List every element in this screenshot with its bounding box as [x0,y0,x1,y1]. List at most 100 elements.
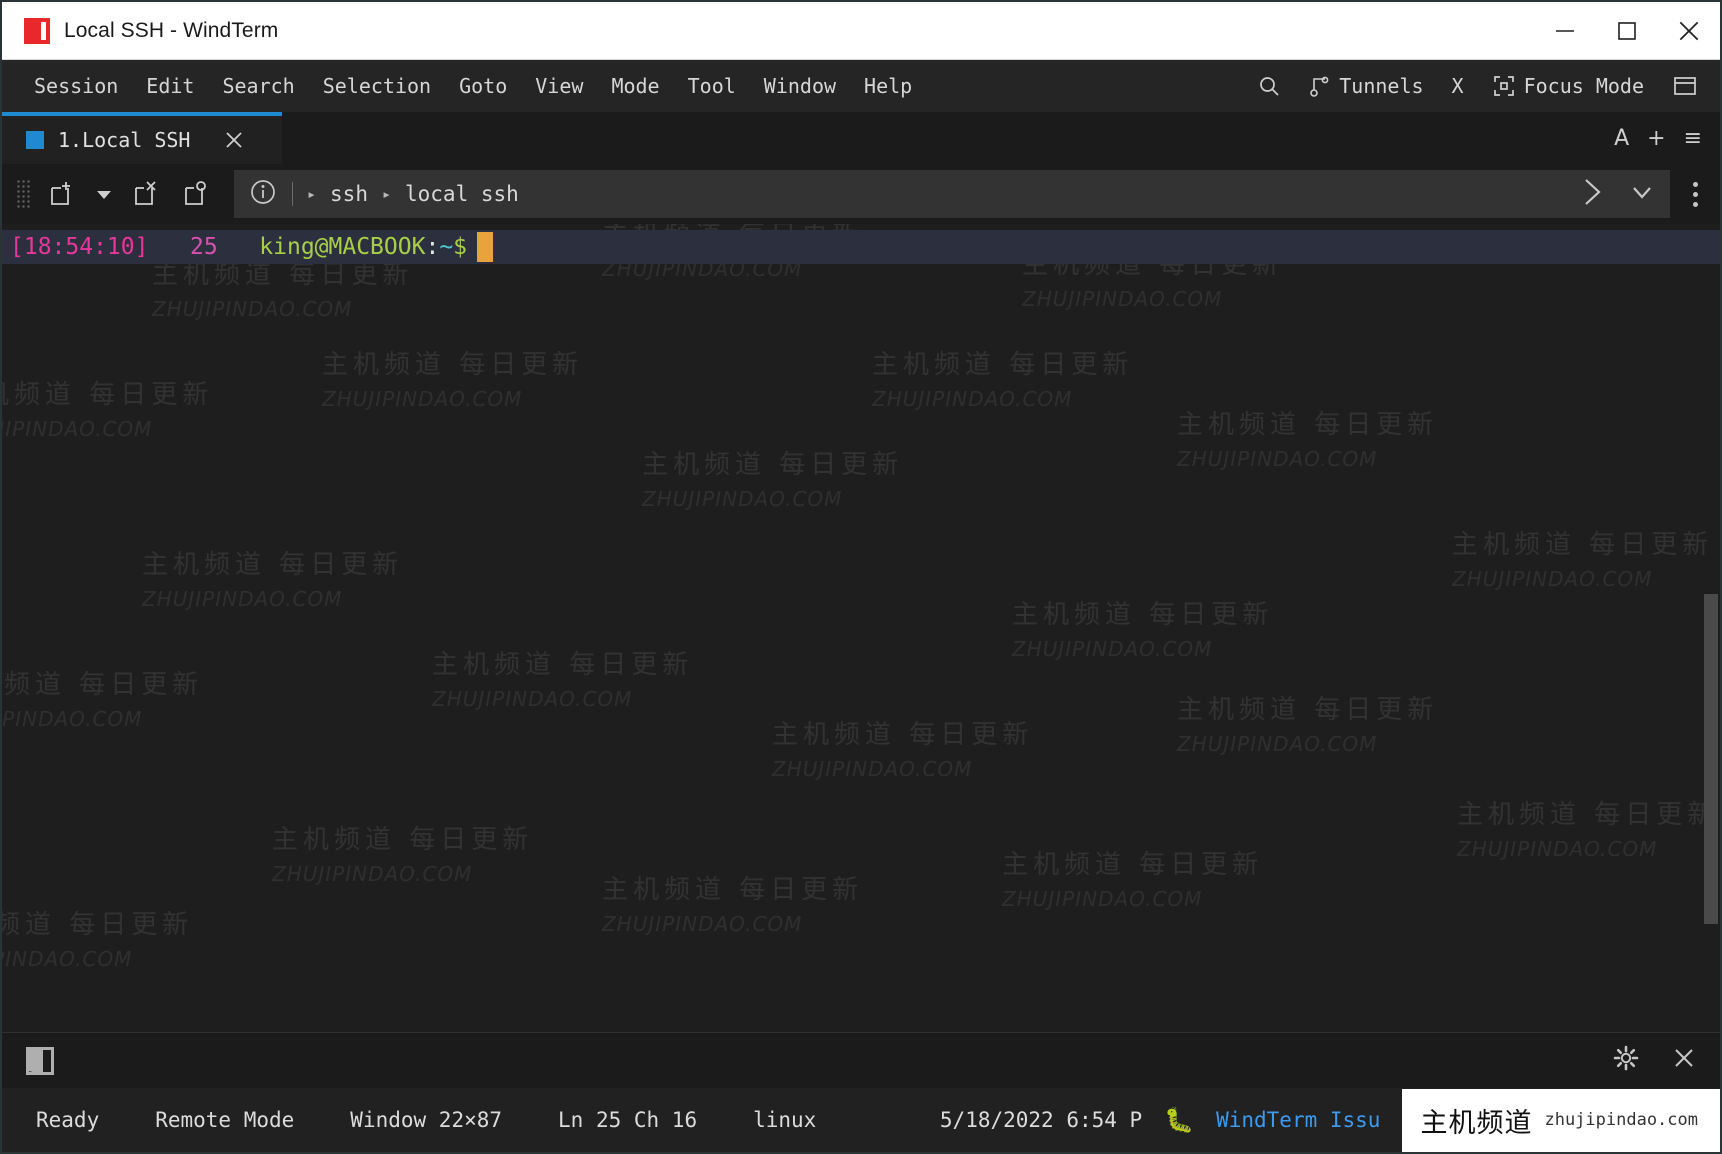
search-icon [1257,74,1281,98]
search-button[interactable] [1245,70,1293,102]
terminal-watermark-domain: ZHUJIPINDAO.COM [2,417,153,441]
terminal-watermark-chinese: 主机频道 每日更新 [1457,800,1719,830]
terminal-watermark: 主机频道 每日更新ZHUJIPINDAO.COM [1452,524,1713,591]
more-options-icon[interactable] [1676,170,1714,218]
focus-mode-button[interactable]: Focus Mode [1480,70,1656,102]
terminal-watermark-chinese: 主机频道 每日更新 [1177,410,1439,440]
info-icon[interactable] [248,177,278,212]
minimize-button[interactable] [1534,2,1596,59]
maximize-button[interactable] [1596,2,1658,59]
tab-bar: 1.Local SSH A + ≡ [2,112,1720,164]
command-bar-right [1576,175,1656,214]
drag-grip-icon[interactable] [16,179,30,209]
terminal-scrollbar[interactable] [1704,594,1718,924]
status-bar: Ready Remote Mode Window 22×87 Ln 25 Ch … [2,1088,1720,1152]
terminal-prompt-line: [18:54:10] 25 king@MACBOOK : ~ $ [2,230,1720,264]
breadcrumb-item-local-ssh[interactable]: local ssh [405,182,519,206]
terminal-area[interactable]: 主机频道 每日更新 ZHUJIPINDAO.COM 主机频道 每日更新 ZHUJIPI… [2,224,1720,1032]
terminal-watermark-domain: ZHUJIPINDAO.COM [1452,567,1653,591]
terminal-watermark-domain: ZHUJIPINDAO.COM [1002,887,1203,911]
status-cursor-position[interactable]: Ln 25 Ch 16 [558,1108,727,1132]
terminal-watermark-domain: ZHUJIPINDAO.COM [1022,287,1223,311]
send-chevron-icon[interactable] [1576,175,1606,214]
terminal-watermark-chinese: 主机频道 每日更新 [642,450,904,480]
terminal-watermark-domain: ZHUJIPINDAO.COM [322,387,523,411]
terminal-watermark-chinese: 主机频道 每日更新 [2,670,204,700]
prompt-path: ~ [439,234,454,260]
terminal-watermark-chinese: 主机频道 每日更新 [602,875,864,905]
menu-item-tool[interactable]: Tool [674,70,750,102]
menu-bar-right: Tunnels X Focus Mode [1245,70,1720,102]
terminal-watermark: 主机频道 每日更新 ZHUJIPINDAO.COM [322,344,583,411]
terminal-watermark: 主机频道 每日更新 ZHUJIPINDAO.COM [2,374,213,441]
terminal-watermark-chinese: 主机频道 每日更新 [872,350,1134,380]
prompt-timestamp: [18:54:10] [10,234,149,260]
close-panel-icon[interactable] [1670,1044,1698,1077]
terminal-watermark-domain: ZHUJIPINDAO.COM [2,947,133,971]
menu-item-search[interactable]: Search [208,70,308,102]
menu-item-view[interactable]: View [521,70,597,102]
terminal-watermark: 主机频道 每日更新ZHUJIPINDAO.COM [272,819,533,886]
terminal-watermark: 主机频道 每日更新ZHUJIPINDAO.COM [432,644,693,711]
gear-icon[interactable] [1612,1044,1640,1077]
new-session-dropdown-icon[interactable] [90,172,118,216]
terminal-watermark: 主机频道 每日更新ZHUJIPINDAO.COM [2,904,193,971]
terminal-watermark-chinese: 主机频道 每日更新 [772,720,1034,750]
tunnels-label: Tunnels [1339,74,1424,98]
terminal-watermark: 主机频道 每日更新 ZHUJIPINDAO.COM [1177,404,1438,471]
status-ready[interactable]: Ready [36,1108,129,1132]
menu-item-edit[interactable]: Edit [132,70,208,102]
breadcrumb-separator: ▸ [381,185,391,203]
terminal-watermark: 主机频道 每日更新ZHUJIPINDAO.COM [152,254,413,321]
command-breadcrumb-bar[interactable]: ▸ ssh ▸ local ssh [234,170,1670,218]
menu-item-session[interactable]: Session [20,70,132,102]
window-controls [1534,2,1720,59]
session-toolbar: ▸ ssh ▸ local ssh [2,164,1720,224]
menu-item-goto[interactable]: Goto [445,70,521,102]
terminal-watermark: 主机频道 每日更新ZHUJIPINDAO.COM [142,544,403,611]
reconnect-session-icon[interactable] [174,172,218,216]
menu-item-selection[interactable]: Selection [309,70,445,102]
tab-local-ssh[interactable]: 1.Local SSH [2,112,282,164]
tab-status-icon [26,131,44,149]
tunnels-button[interactable]: Tunnels [1297,70,1435,102]
terminal-watermark-chinese: 主机频道 每日更新 [1012,600,1274,630]
terminal-watermark-chinese: 主机频道 每日更新 [2,380,214,410]
menu-item-help[interactable]: Help [850,70,926,102]
terminal-watermark-domain: ZHUJIPINDAO.COM [1177,447,1378,471]
terminal-watermark: 主机频道 每日更新ZHUJIPINDAO.COM [772,714,1033,781]
terminal-watermark-chinese: 主机频道 每日更新 [1002,850,1264,880]
tab-label: 1.Local SSH [58,128,191,152]
status-window-size[interactable]: Window 22×87 [350,1108,532,1132]
terminal-watermark-chinese: 主机频道 每日更新 [432,650,694,680]
new-tab-button[interactable]: + [1647,126,1665,151]
windterm-panel-logo-icon[interactable] [26,1046,54,1075]
menu-item-window[interactable]: Window [750,70,850,102]
close-session-icon[interactable] [124,172,168,216]
layout-panel-button[interactable] [1660,70,1710,102]
terminal-watermark-domain: ZHUJIPINDAO.COM [1012,637,1213,661]
status-mode[interactable]: Remote Mode [155,1108,324,1132]
menu-item-mode[interactable]: Mode [597,70,673,102]
terminal-watermark: 主机频道 每日更新ZHUJIPINDAO.COM [2,664,203,731]
terminal-watermark-chinese: 主机频道 每日更新 [322,350,584,380]
chevron-down-icon[interactable] [1628,181,1656,208]
terminal-watermark: 主机频道 每日更新ZHUJIPINDAO.COM [872,344,1133,411]
prompt-symbol: $ [453,234,468,260]
title-bar-left: Local SSH - WindTerm [2,17,278,44]
terminal-watermark: 主机频道 每日更新ZHUJIPINDAO.COM [1457,794,1718,861]
tab-close-icon[interactable] [222,128,246,152]
status-terminal-type[interactable]: linux [753,1108,846,1132]
terminal-watermark: 主机频道 每日更新ZHUJIPINDAO.COM [642,444,903,511]
close-button[interactable] [1658,2,1720,59]
watermark-layer: 主机频道 每日更新 ZHUJIPINDAO.COM 主机频道 每日更新 ZHUJIPI… [2,224,1720,1032]
new-session-icon[interactable] [40,172,84,216]
block-cursor [477,232,494,262]
windterm-issues-link[interactable]: WindTerm Issu [1216,1108,1380,1132]
terminal-watermark-domain: ZHUJIPINDAO.COM [142,587,343,611]
breadcrumb-item-ssh[interactable]: ssh [330,182,368,206]
terminal-watermark-chinese: 主机频道 每日更新 [1177,695,1439,725]
font-size-button[interactable]: A [1614,126,1629,151]
close-all-button[interactable]: X [1440,70,1476,102]
tab-menu-button[interactable]: ≡ [1684,126,1702,151]
